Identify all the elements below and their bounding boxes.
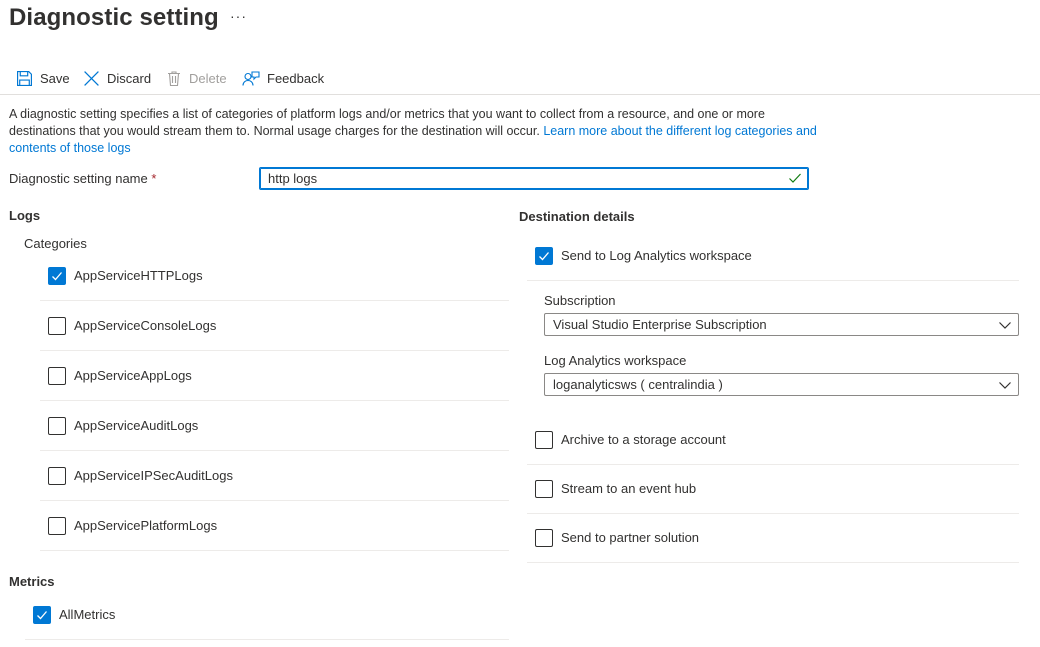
- log-analytics-label: Send to Log Analytics workspace: [561, 248, 752, 263]
- discard-label: Discard: [107, 70, 152, 86]
- log-category-label: AppServiceAuditLogs: [74, 418, 199, 433]
- categories-heading: Categories: [24, 236, 87, 251]
- trash-icon: [168, 70, 180, 86]
- log-category-label: AppServicePlatformLogs: [74, 518, 218, 533]
- workspace-dropdown[interactable]: loganalyticsws ( centralindia ): [544, 373, 1019, 396]
- save-label: Save: [40, 70, 70, 86]
- storage-account-label: Archive to a storage account: [561, 432, 726, 447]
- checkbox[interactable]: [535, 479, 553, 498]
- partner-solution-row[interactable]: Send to partner solution: [527, 513, 1019, 563]
- subscription-value: Visual Studio Enterprise Subscription: [553, 317, 767, 332]
- storage-account-row[interactable]: Archive to a storage account: [527, 415, 1019, 465]
- save-icon: [17, 70, 32, 86]
- log-category-row[interactable]: AppServiceHTTPLogs: [40, 251, 509, 301]
- log-category-row[interactable]: AppServiceConsoleLogs: [40, 301, 509, 351]
- partner-solution-label: Send to partner solution: [561, 530, 700, 545]
- metrics-heading: Metrics: [9, 574, 55, 589]
- command-bar: Save Discard Delete Feedback: [0, 63, 1040, 95]
- checkmark-icon: [539, 251, 549, 260]
- event-hub-row[interactable]: Stream to an event hub: [527, 464, 1019, 514]
- metric-row[interactable]: AllMetrics: [25, 590, 509, 640]
- checkbox[interactable]: [33, 605, 51, 624]
- checkbox[interactable]: [48, 466, 66, 485]
- log-category-row[interactable]: AppServicePlatformLogs: [40, 501, 509, 551]
- logs-heading: Logs: [9, 208, 41, 223]
- setting-name-field: [259, 167, 809, 190]
- metric-label: AllMetrics: [59, 607, 116, 622]
- setting-name-label: Diagnostic setting name *: [9, 171, 156, 186]
- setting-name-input[interactable]: [260, 168, 770, 189]
- checkbox[interactable]: [48, 416, 66, 435]
- checkbox[interactable]: [48, 366, 66, 385]
- required-mark: *: [151, 171, 157, 186]
- checkbox[interactable]: [535, 246, 553, 265]
- log-analytics-row[interactable]: Send to Log Analytics workspace: [527, 231, 1019, 281]
- event-hub-label: Stream to an event hub: [561, 481, 697, 496]
- setting-name-label-text: Diagnostic setting name: [9, 171, 148, 186]
- discard-button[interactable]: Discard: [83, 67, 151, 89]
- checkbox[interactable]: [48, 316, 66, 335]
- subscription-dropdown[interactable]: Visual Studio Enterprise Subscription: [544, 313, 1019, 336]
- log-category-label: AppServiceConsoleLogs: [74, 318, 217, 333]
- log-category-row[interactable]: AppServiceAuditLogs: [40, 401, 509, 451]
- subscription-label: Subscription: [544, 293, 616, 308]
- workspace-label: Log Analytics workspace: [544, 353, 687, 368]
- checkmark-icon: [37, 610, 47, 619]
- log-category-label: AppServiceHTTPLogs: [74, 268, 203, 283]
- delete-button[interactable]: Delete: [166, 67, 227, 89]
- chevron-down-icon: [999, 322, 1011, 329]
- feedback-label: Feedback: [267, 70, 325, 86]
- delete-label: Delete: [189, 70, 227, 86]
- description: A diagnostic setting specifies a list of…: [9, 106, 819, 157]
- log-category-row[interactable]: AppServiceAppLogs: [40, 351, 509, 401]
- page-title: Diagnostic setting: [9, 4, 219, 31]
- checkbox[interactable]: [48, 516, 66, 535]
- destination-heading: Destination details: [519, 209, 635, 224]
- feedback-icon: [242, 70, 260, 86]
- close-icon: [84, 70, 99, 86]
- checkbox[interactable]: [535, 528, 553, 547]
- log-category-label: AppServiceIPSecAuditLogs: [74, 468, 233, 483]
- more-options-icon[interactable]: ···: [230, 8, 247, 24]
- feedback-button[interactable]: Feedback: [242, 67, 324, 89]
- checkbox[interactable]: [48, 266, 66, 285]
- log-category-label: AppServiceAppLogs: [74, 368, 192, 383]
- workspace-value: loganalyticsws ( centralindia ): [553, 377, 723, 392]
- save-button[interactable]: Save: [16, 67, 70, 89]
- checkbox[interactable]: [535, 430, 553, 449]
- checkmark-icon: [789, 173, 801, 183]
- log-category-row[interactable]: AppServiceIPSecAuditLogs: [40, 451, 509, 501]
- chevron-down-icon: [999, 382, 1011, 389]
- checkmark-icon: [52, 271, 62, 280]
